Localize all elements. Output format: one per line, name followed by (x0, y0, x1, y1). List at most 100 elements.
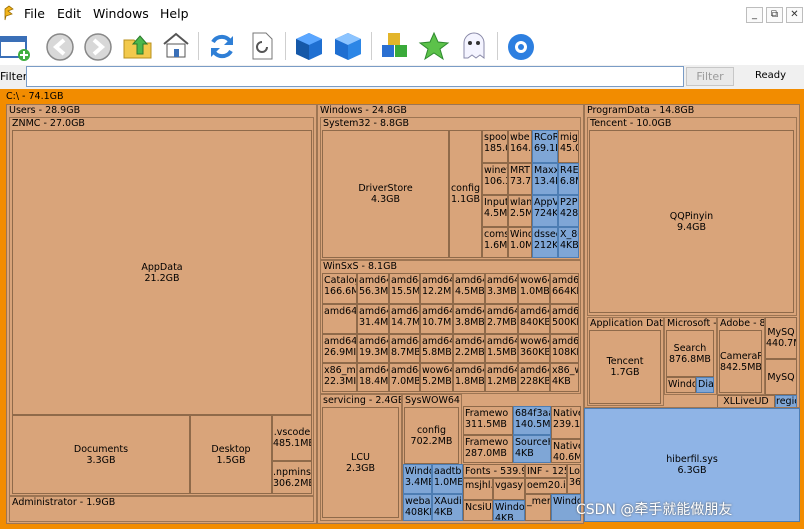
windows-misc-cell[interactable]: _merg (525, 494, 551, 521)
s32grid-cell[interactable]: P2PC428K (558, 195, 579, 227)
diag-cell[interactable]: Diag (696, 377, 714, 393)
qqpinyin-cell[interactable]: QQPinyin 9.4GB (589, 130, 794, 313)
windows-misc-cell[interactable]: msjhl. (463, 478, 493, 500)
windows-misc-cell[interactable]: 684f3aa 140.5M (513, 406, 551, 435)
s32grid-cell[interactable]: R4EE6.8M (558, 163, 579, 195)
sxsgrid-cell[interactable]: amd64664KB (550, 273, 579, 304)
system32-block[interactable]: System32 - 8.8GB DriverStore 4.3GB confi… (320, 117, 581, 260)
windows-misc-cell[interactable]: webau408KB (403, 494, 432, 521)
gear-flower-icon[interactable] (505, 30, 537, 62)
filter-input[interactable] (26, 66, 684, 87)
s32grid-cell[interactable]: Wind 1.0M (508, 227, 532, 258)
windows-misc-cell[interactable]: Loc36. (567, 464, 581, 494)
appdata-cell[interactable]: AppData 21.2GB (12, 130, 312, 415)
s32grid-cell[interactable]: X_804KB (558, 227, 579, 258)
servicing-block[interactable]: servicing - 2.4GB LCU 2.3GB (320, 394, 402, 521)
sxsgrid-cell[interactable]: amd64 2.7MB (485, 304, 518, 334)
sxsgrid-cell[interactable]: amd64 1.5MB (485, 334, 518, 363)
sxsgrid-cell[interactable]: amd64 840KB (518, 304, 550, 334)
config-cell[interactable]: config 1.1GB (449, 130, 482, 258)
menu-edit[interactable]: Edit (57, 6, 81, 21)
menu-help[interactable]: Help (160, 6, 189, 21)
ghost-icon[interactable] (458, 30, 490, 62)
sxsgrid-cell[interactable]: amd64 1.2MB (485, 363, 518, 392)
windows-misc-cell[interactable]: NcsiU (463, 500, 493, 521)
windows-misc-cell[interactable]: oem20.i (525, 478, 567, 494)
sxsgrid-cell[interactable]: amd64108KB (550, 334, 579, 363)
windows-misc-cell[interactable]: INF - 125 (525, 464, 567, 478)
sxsgrid-cell[interactable]: wow641.0MB (518, 273, 550, 304)
s32grid-cell[interactable]: coms 1.6M (482, 227, 508, 258)
sxsgrid-cell[interactable]: amd64 31.4MI (357, 304, 389, 334)
sxsgrid-cell[interactable]: amd64 10.7MI (420, 304, 453, 334)
sxsgrid-cell[interactable]: amd64 4.5MB (453, 273, 485, 304)
sxsgrid-cell[interactable]: amd64 228KB (518, 363, 550, 392)
s32grid-cell[interactable]: AppV 724K (532, 195, 558, 227)
sxsgrid-cell[interactable]: amd64 56.3MI (357, 273, 389, 304)
minimize-button[interactable]: _ (746, 7, 763, 23)
windows-misc-cell[interactable]: Framewo 311.5MB (463, 406, 513, 435)
sxsgrid-cell[interactable]: amd64 2.2MB (453, 334, 485, 363)
adobe-block[interactable]: Adobe - 84 CameraR 842.5MB (717, 317, 765, 395)
refresh-page-icon[interactable] (246, 30, 278, 62)
npminstall-cell[interactable]: .npminstal 306.2MB (272, 461, 312, 494)
refresh-icon[interactable] (206, 30, 238, 62)
cube-blue-icon[interactable] (332, 30, 364, 62)
windows-misc-cell[interactable]: SourceH 4KB (513, 435, 551, 463)
s32grid-cell[interactable]: winev106.3 (482, 163, 508, 195)
administrator-block[interactable]: Administrator - 1.9GB (9, 496, 314, 522)
sxsgrid-cell[interactable]: amd6419.3ME (357, 334, 389, 363)
sxsgrid-cell[interactable]: Catalog 166.6M (322, 273, 357, 304)
menu-windows[interactable]: Windows (93, 6, 149, 21)
sxsgrid-cell[interactable]: amd648.7MB (389, 334, 420, 363)
s32grid-cell[interactable]: Maxx13.4M (532, 163, 558, 195)
windows-misc-cell[interactable]: vgasy (493, 478, 525, 500)
s32grid-cell[interactable]: wbe164.5 (508, 130, 532, 163)
windows-misc-cell[interactable]: Native 40.6M (551, 439, 581, 463)
windows-misc-cell[interactable]: Windo 3.4MB (403, 464, 432, 494)
sxsgrid-cell[interactable]: amd64 3.3MB (485, 273, 518, 304)
sxsgrid-cell[interactable]: x86_w4KB (550, 363, 579, 392)
windows-misc-cell[interactable]: Fonts - 539.9 (463, 464, 525, 478)
xlliveud-cell[interactable]: XLLiveUD (717, 395, 775, 407)
cube-icon[interactable] (293, 30, 325, 62)
windows-misc-cell[interactable]: Native 239.1 (551, 406, 581, 439)
microsoft-block[interactable]: Microsoft - 1 Search 876.8MB Windo Diag (664, 317, 717, 395)
search-cell[interactable]: Search 876.8MB (666, 330, 714, 377)
mysql-cell[interactable]: MySQ 440.7M (765, 317, 797, 359)
sxsgrid-cell[interactable]: amd64 1.8MB (453, 363, 485, 392)
windo-cell[interactable]: Windo (666, 377, 696, 393)
windows-misc-cell[interactable]: XAudi 4KB (432, 494, 463, 521)
users-block[interactable]: Users - 28.9GB ZNMC - 27.0GB AppData 21.… (6, 104, 317, 524)
cubes-icon[interactable] (379, 30, 411, 62)
sxsgrid-cell[interactable]: amd64 26.9MI (322, 334, 357, 363)
sxsgrid-cell[interactable]: wow64 5.2MB (420, 363, 453, 392)
back-icon[interactable] (45, 30, 77, 62)
vscode-cell[interactable]: .vscode 485.1MB (272, 415, 312, 461)
forward-icon[interactable] (83, 30, 115, 62)
windows-misc-cell[interactable]: Framewo 287.0MB (463, 435, 513, 463)
sxsgrid-cell[interactable]: amd647.0MB (389, 363, 420, 392)
sxsgrid-cell[interactable]: amd64 (322, 304, 357, 334)
tencent2-cell[interactable]: Tencent 1.7GB (589, 330, 661, 404)
windows-misc-cell[interactable]: Windo 4KB (493, 500, 525, 521)
close-button[interactable]: ✕ (786, 7, 803, 23)
sxsgrid-cell[interactable]: amd6414.7ME (389, 304, 420, 334)
driverstore-cell[interactable]: DriverStore 4.3GB (322, 130, 449, 258)
filter-button[interactable]: Filter (686, 67, 734, 86)
desktop-cell[interactable]: Desktop 1.5GB (190, 415, 272, 494)
sxsgrid-cell[interactable]: amd64 12.2MI (420, 273, 453, 304)
s32grid-cell[interactable]: MRT 73.7 (508, 163, 532, 195)
sxsgrid-cell[interactable]: amd64 3.8MB (453, 304, 485, 334)
mysql2-cell[interactable]: MySQ (765, 359, 797, 395)
menu-file[interactable]: File (24, 6, 45, 21)
tencent-block[interactable]: Tencent - 10.0GB QQPinyin 9.4GB (587, 117, 797, 316)
znmc-block[interactable]: ZNMC - 27.0GB AppData 21.2GB Documents 3… (9, 117, 314, 496)
s32grid-cell[interactable]: migv45.0 (558, 130, 579, 163)
restore-button[interactable]: ⧉ (766, 7, 783, 23)
winsxs-block[interactable]: WinSxS - 8.1GB Catalog 166.6M amd64 56.3MI a… (320, 260, 581, 394)
windows-block[interactable]: Windows - 24.8GB System32 - 8.8GB Driver… (317, 104, 584, 524)
s32grid-cell[interactable]: dssec212K (532, 227, 558, 258)
s32grid-cell[interactable]: RCoRe69.1M (532, 130, 558, 163)
home-icon[interactable] (160, 30, 192, 62)
